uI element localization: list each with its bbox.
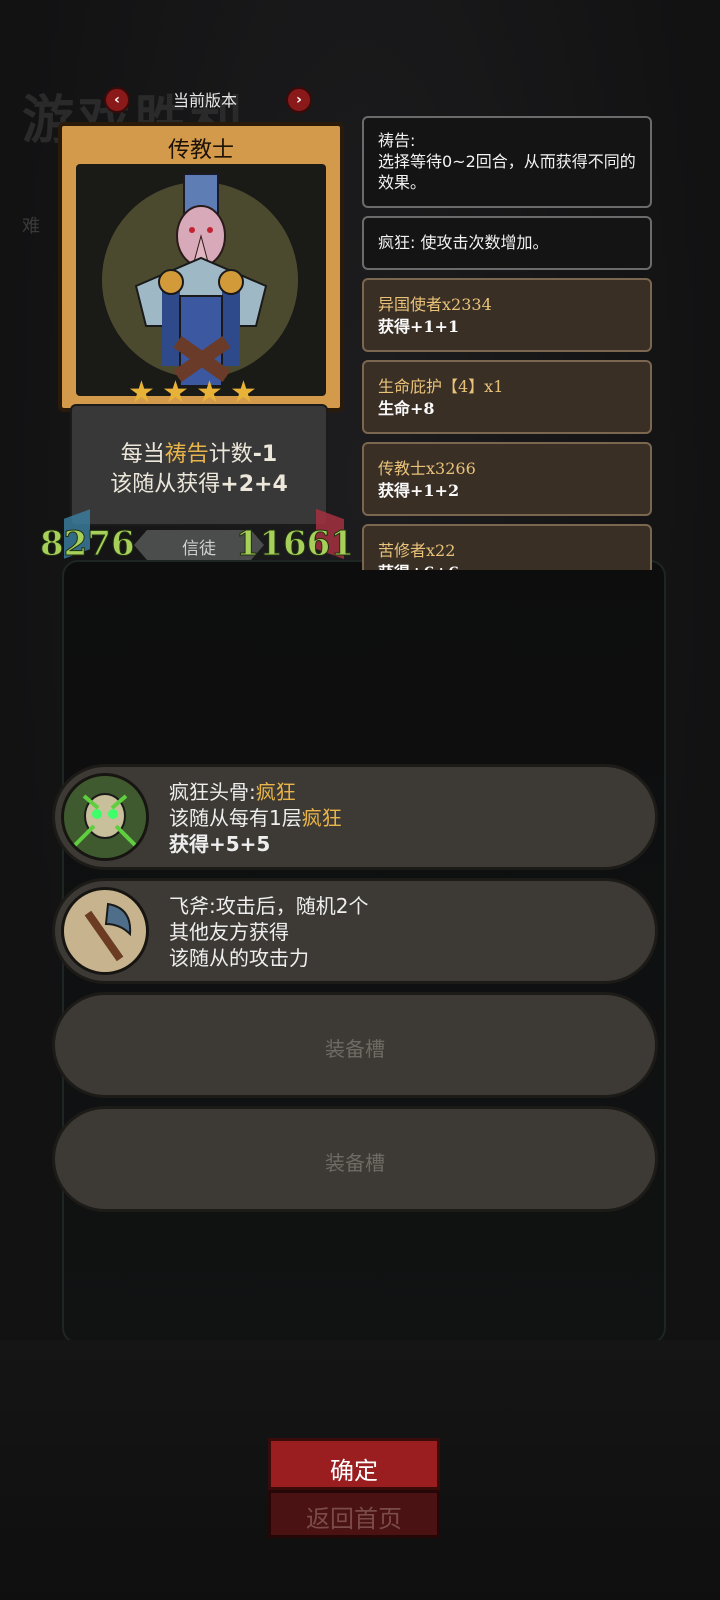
attack-value: 8276 [40, 524, 136, 565]
empty-slot-label: 装备槽 [325, 1037, 385, 1061]
madness-info-text: 疯狂: 使攻击次数增加。 [378, 233, 549, 252]
chevron-right-icon[interactable]: › [286, 87, 312, 113]
buff-effect: 生命+8 [378, 399, 435, 418]
buff-item: 异国使者x2334 获得+1+1 [362, 278, 652, 352]
missionary-portrait-icon [134, 173, 268, 387]
equipment-2-line1: 飞斧:攻击后，随机2个 [169, 894, 369, 918]
buff-title: 苦修者x22 [378, 541, 456, 560]
equipment-2-line2: 其他友方获得 [169, 920, 289, 944]
equipment-2-line3: 该随从的攻击力 [169, 946, 309, 970]
version-label: 当前版本 [172, 91, 237, 110]
buff-effect: 获得+1+2 [378, 481, 460, 500]
buff-item: 传教士x3266 获得+1+2 [362, 442, 652, 516]
equipment-1-line3: 获得+5+5 [169, 832, 271, 856]
buff-item: 生命庇护【4】x1 生命+8 [362, 360, 652, 434]
equipment-slot-4[interactable]: 装备槽 [52, 1106, 658, 1212]
card-desc-line1: 每当祷告计数-1 [120, 442, 278, 467]
card-desc-line2: 该随从获得+2+4 [110, 472, 288, 497]
empty-slot-label: 装备槽 [325, 1151, 385, 1175]
prayer-info-text: 祷告: 选择等待0~2回合，从而获得不同的效果。 [378, 131, 636, 192]
buff-item: 苦修者x22 获得+6+6 [362, 524, 652, 570]
card-frame: 传教士 [58, 122, 344, 412]
card-description: 每当祷告计数-1 该随从获得+2+4 [70, 404, 328, 526]
back-button-label: 返回首页 [306, 1505, 402, 1533]
chevron-left-icon[interactable]: ‹ [104, 87, 130, 113]
confirm-button-label: 确定 [330, 1457, 378, 1485]
equipment-slot-3[interactable]: 装备槽 [52, 992, 658, 1098]
prayer-info: 祷告: 选择等待0~2回合，从而获得不同的效果。 [362, 116, 652, 208]
equipment-1-line1: 疯狂头骨:疯狂 [169, 780, 296, 804]
background-side-text: 难 [22, 216, 40, 237]
screen: 游戏胜利 难 ‹ 当前版本 › 传教士 ★ ★ ★ ★ 每当祷告计数-1 该随从… [0, 0, 720, 1600]
health-value: 11661 [235, 524, 354, 565]
card-name: 传教士 [167, 138, 234, 163]
equipment-slot-1[interactable]: 疯狂头骨:疯狂 该随从每有1层疯狂 获得+5+5 [52, 764, 658, 870]
buff-title: 异国使者x2334 [378, 295, 492, 314]
buff-title: 生命庇护【4】x1 [378, 377, 504, 396]
equipment-2-text: 飞斧:攻击后，随机2个 其他友方获得 该随从的攻击力 [169, 893, 368, 971]
equipment-slot-2[interactable]: 飞斧:攻击后，随机2个 其他友方获得 该随从的攻击力 [52, 878, 658, 984]
buff-title: 传教士x3266 [378, 459, 476, 478]
buff-effect: 获得+6+6 [378, 562, 640, 570]
green-skull-icon [61, 773, 149, 861]
version-switcher: ‹ 当前版本 › [100, 85, 312, 113]
confirm-button[interactable]: 确定 [268, 1438, 440, 1490]
buff-effect: 获得+1+1 [378, 317, 460, 336]
madness-info: 疯狂: 使攻击次数增加。 [362, 216, 652, 270]
equipment-1-line2: 该随从每有1层疯狂 [169, 806, 342, 830]
axe-icon [61, 887, 149, 975]
unit-card: 传教士 ★ ★ ★ ★ 每当祷告计数-1 该随从获得+2+4 8276 信徒 1… [40, 122, 355, 570]
equipment-1-text: 疯狂头骨:疯狂 该随从每有1层疯狂 获得+5+5 [169, 779, 342, 857]
keyword-info-list[interactable]: 祷告: 选择等待0~2回合，从而获得不同的效果。 疯狂: 使攻击次数增加。 异国… [362, 116, 662, 570]
back-to-home-button[interactable]: 返回首页 [268, 1490, 440, 1538]
